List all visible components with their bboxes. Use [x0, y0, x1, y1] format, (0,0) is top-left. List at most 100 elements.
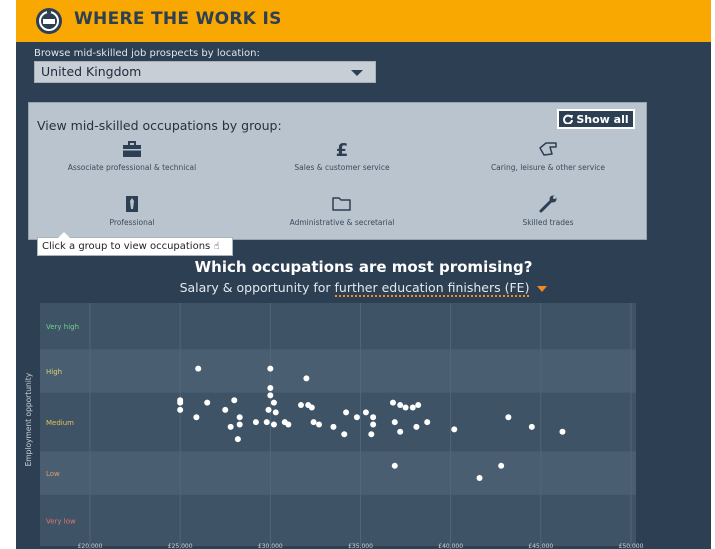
- scatter-point: [285, 421, 292, 428]
- scatter-point: [195, 365, 202, 372]
- subheading-prefix: Salary & opportunity for: [179, 280, 331, 295]
- group-label: Professional: [109, 218, 155, 227]
- group-label: Associate professional & technical: [67, 163, 197, 172]
- scatter-point: [177, 406, 184, 413]
- group-sales-customer-service[interactable]: £ Sales & customer service: [242, 140, 442, 172]
- show-all-button[interactable]: Show all: [557, 109, 635, 129]
- scatter-point: [528, 423, 535, 430]
- x-tick-label: £40,000: [438, 543, 463, 549]
- x-tick-label: £30,000: [258, 543, 283, 549]
- scatter-point: [177, 399, 184, 406]
- folder-icon: [332, 197, 351, 211]
- scatter-plot-svg: Very high High Medium Low Very low Employment…: [24, 303, 644, 549]
- group-label: Administrative & secretarial: [289, 218, 395, 227]
- scatter-point: [559, 428, 566, 435]
- scatter-point: [415, 402, 422, 409]
- scatter-point: [330, 423, 337, 430]
- scatter-point: [303, 375, 310, 382]
- scatter-point: [267, 365, 274, 372]
- band-label: Medium: [46, 419, 74, 427]
- scatter-point: [498, 462, 505, 469]
- scatter-point: [263, 419, 270, 426]
- band-1: [40, 349, 636, 393]
- group-label: Sales & customer service: [294, 163, 390, 172]
- scatter-point: [193, 414, 200, 421]
- show-all-label: Show all: [576, 112, 629, 126]
- x-tick-label: £35,000: [348, 543, 373, 549]
- scatter-point: [397, 428, 404, 435]
- scatter-point: [236, 414, 243, 421]
- top-bar: WHERE THE WORK IS: [16, 0, 711, 42]
- scatter-point: [234, 436, 241, 443]
- refresh-icon: [563, 114, 574, 124]
- pound-icon: £: [336, 140, 349, 158]
- band-0: [40, 303, 636, 350]
- wrench-icon: [539, 195, 557, 213]
- scatter-point: [353, 414, 360, 421]
- scatter-point: [362, 409, 369, 416]
- scatter-point: [402, 404, 409, 411]
- svg-text:£: £: [336, 140, 349, 158]
- tooltip-text: Click a group to view occupations: [42, 241, 211, 252]
- scatter-point: [310, 419, 317, 426]
- scatter-point: [370, 414, 377, 421]
- scatter-point: [267, 385, 274, 392]
- band-label: High: [46, 368, 62, 376]
- scatter-point: [451, 426, 458, 433]
- group-professional[interactable]: Professional: [32, 195, 232, 227]
- scatter-point: [391, 462, 398, 469]
- hand-icon: [539, 142, 557, 156]
- scatter-point: [308, 404, 315, 411]
- chevron-down-icon[interactable]: [537, 285, 548, 292]
- scatter-point: [270, 399, 277, 406]
- scatter-point: [316, 421, 323, 428]
- scatter-point: [343, 409, 350, 416]
- scatter-point: [370, 421, 377, 428]
- x-tick-label: £50,000: [619, 543, 644, 549]
- scatter-point: [222, 406, 229, 413]
- scatter-point: [267, 392, 274, 399]
- scatter-point: [424, 419, 431, 426]
- x-tick-label: £25,000: [168, 543, 193, 549]
- groups-panel: View mid-skilled occupations by group: S…: [28, 102, 647, 240]
- tie-icon: [126, 196, 138, 212]
- scatter-point: [505, 414, 512, 421]
- group-administrative-secretarial[interactable]: Administrative & secretarial: [242, 195, 442, 227]
- location-select[interactable]: United Kingdom: [34, 61, 376, 83]
- location-select-value: United Kingdom: [41, 64, 142, 79]
- band-3: [40, 451, 636, 495]
- scatter-point: [391, 419, 398, 426]
- group-label: Skilled trades: [522, 218, 574, 227]
- scatter-point: [397, 402, 404, 409]
- group-caring-leisure[interactable]: Caring, leisure & other service: [448, 140, 648, 172]
- band-label: Very low: [46, 517, 76, 525]
- briefcase-icon: [123, 141, 141, 157]
- scatter-point: [389, 399, 396, 406]
- scatter-point: [270, 421, 277, 428]
- scatter-point: [476, 474, 483, 481]
- scatter-point: [413, 423, 420, 430]
- group-skilled-trades[interactable]: Skilled trades: [448, 195, 648, 227]
- band-label: Very high: [46, 323, 79, 331]
- app-frame: WHERE THE WORK IS Browse mid-skilled job…: [16, 0, 711, 549]
- scatter-point: [265, 406, 272, 413]
- scatter-point: [236, 421, 243, 428]
- band-label: Low: [46, 470, 60, 478]
- compass-logo-icon: [36, 8, 62, 34]
- x-tick-label: £45,000: [528, 543, 553, 549]
- scatter-point: [204, 399, 211, 406]
- scatter-point: [227, 423, 234, 430]
- scatter-point: [272, 409, 279, 416]
- app-title: WHERE THE WORK IS: [74, 9, 282, 29]
- chart-subheading: Salary & opportunity for further educati…: [16, 280, 711, 297]
- x-tick-label: £20,000: [78, 543, 103, 549]
- chart-heading: Which occupations are most promising?: [194, 258, 533, 276]
- groups-panel-title: View mid-skilled occupations by group:: [37, 118, 282, 133]
- group-associate-professional[interactable]: Associate professional & technical: [32, 140, 232, 172]
- education-level-select[interactable]: further education finishers (FE): [334, 280, 530, 297]
- scatter-point: [368, 431, 375, 438]
- scatter-point: [231, 397, 238, 404]
- band-2: [40, 392, 636, 452]
- location-label: Browse mid-skilled job prospects by loca…: [34, 48, 260, 59]
- groups-tooltip: Click a group to view occupations ☝: [37, 232, 233, 256]
